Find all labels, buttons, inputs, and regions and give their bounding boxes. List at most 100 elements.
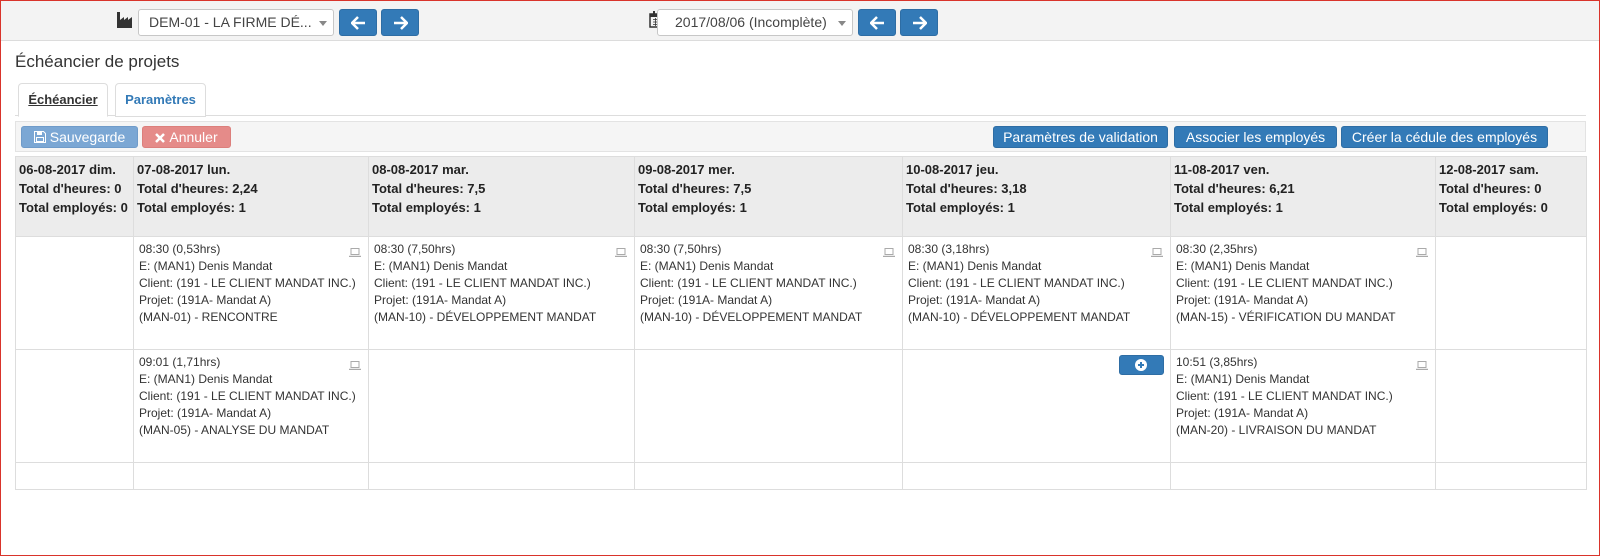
entry-client: Client: (191 - LE CLIENT MANDAT INC.) bbox=[640, 276, 857, 290]
associate-employees-button[interactable]: Associer les employés bbox=[1174, 126, 1337, 148]
entry-task: (MAN-20) - LIVRAISON DU MANDAT bbox=[1176, 423, 1377, 437]
entry-project: Projet: (191A- Mandat A) bbox=[640, 293, 773, 307]
schedule-entry[interactable]: 10:51 (3,85hrs) E: (MAN1) Denis Mandat Cli… bbox=[1176, 354, 1430, 439]
cancel-button[interactable]: Annuler bbox=[142, 126, 231, 148]
day-header: 08-08-2017 mar. Total d'heures: 7,5 Total … bbox=[368, 156, 635, 237]
laptop-icon[interactable] bbox=[349, 245, 361, 262]
toolbar: Sauvegarde Annuler Paramètres de validat… bbox=[15, 121, 1586, 152]
company-select[interactable]: DEM-01 - LA FIRME DÉ... bbox=[138, 9, 334, 36]
schedule-cell[interactable] bbox=[368, 349, 635, 463]
company-select-value: DEM-01 - LA FIRME DÉ... bbox=[149, 14, 312, 30]
schedule-entry[interactable]: 08:30 (7,50hrs) E: (MAN1) Denis Mandat Cli… bbox=[640, 241, 897, 326]
day-employees: Total employés: 1 bbox=[137, 200, 246, 215]
day-employees: Total employés: 1 bbox=[1174, 200, 1283, 215]
cancel-button-label: Annuler bbox=[169, 129, 218, 145]
day-date: 12-08-2017 sam. bbox=[1439, 162, 1539, 177]
day-employees: Total employés: 1 bbox=[906, 200, 1015, 215]
schedule-cell[interactable] bbox=[1170, 462, 1436, 490]
entry-time: 10:51 (3,85hrs) bbox=[1176, 355, 1258, 369]
schedule-entry[interactable]: 08:30 (0,53hrs) E: (MAN1) Denis Mandat Cli… bbox=[139, 241, 363, 326]
entry-project: Projet: (191A- Mandat A) bbox=[1176, 406, 1309, 420]
schedule-entry[interactable]: 08:30 (7,50hrs) E: (MAN1) Denis Mandat Cli… bbox=[374, 241, 629, 326]
day-date: 10-08-2017 jeu. bbox=[906, 162, 999, 177]
tab-parametres[interactable]: Paramètres bbox=[115, 83, 206, 117]
tab-bar: Échéancier Paramètres bbox=[15, 82, 1586, 117]
entry-client: Client: (191 - LE CLIENT MANDAT INC.) bbox=[1176, 276, 1393, 290]
schedule-cell[interactable]: 08:30 (2,35hrs) E: (MAN1) Denis Mandat Cli… bbox=[1170, 236, 1436, 350]
create-employee-schedule-button[interactable]: Créer la cédule des employés bbox=[1341, 126, 1548, 148]
entry-task: (MAN-10) - DÉVELOPPEMENT MANDAT bbox=[908, 310, 1131, 324]
schedule-cell[interactable]: 10:51 (3,85hrs) E: (MAN1) Denis Mandat Cli… bbox=[1170, 349, 1436, 463]
schedule-cell[interactable] bbox=[368, 462, 635, 490]
entry-employee: E: (MAN1) Denis Mandat bbox=[139, 259, 273, 273]
entry-project: Projet: (191A- Mandat A) bbox=[1176, 293, 1309, 307]
schedule-row-empty bbox=[15, 462, 1587, 490]
tab-echeancier[interactable]: Échéancier bbox=[18, 83, 108, 117]
schedule-entry[interactable]: 08:30 (3,18hrs) E: (MAN1) Denis Mandat Cli… bbox=[908, 241, 1165, 326]
entry-project: Projet: (191A- Mandat A) bbox=[374, 293, 507, 307]
schedule-cell[interactable] bbox=[634, 462, 903, 490]
laptop-icon[interactable] bbox=[615, 245, 627, 262]
day-date: 08-08-2017 mar. bbox=[372, 162, 469, 177]
period-prev-button[interactable] bbox=[858, 9, 896, 36]
schedule-cell[interactable]: 09:01 (1,71hrs) E: (MAN1) Denis Mandat Cli… bbox=[133, 349, 369, 463]
schedule-entry[interactable]: 08:30 (2,35hrs) E: (MAN1) Denis Mandat Cli… bbox=[1176, 241, 1430, 326]
day-hours: Total d'heures: 3,18 bbox=[906, 181, 1027, 196]
save-button-label: Sauvegarde bbox=[49, 129, 126, 145]
schedule-cell[interactable] bbox=[902, 462, 1171, 490]
schedule-cell[interactable] bbox=[15, 462, 134, 490]
day-hours: Total d'heures: 7,5 bbox=[638, 181, 752, 196]
day-header: 12-08-2017 sam. Total d'heures: 0 Total em… bbox=[1435, 156, 1587, 237]
schedule-cell[interactable]: 08:30 (0,53hrs) E: (MAN1) Denis Mandat Cli… bbox=[133, 236, 369, 350]
arrow-right-icon bbox=[913, 16, 927, 30]
period-next-button[interactable] bbox=[900, 9, 938, 36]
add-entry-button[interactable] bbox=[1119, 355, 1164, 375]
schedule-cell[interactable] bbox=[634, 349, 903, 463]
floppy-disk-icon bbox=[33, 131, 46, 143]
day-date: 11-08-2017 ven. bbox=[1174, 162, 1270, 177]
laptop-icon[interactable] bbox=[1416, 245, 1428, 262]
laptop-icon[interactable] bbox=[349, 358, 361, 375]
entry-project: Projet: (191A- Mandat A) bbox=[908, 293, 1041, 307]
schedule-entry[interactable]: 09:01 (1,71hrs) E: (MAN1) Denis Mandat Cli… bbox=[139, 354, 363, 439]
company-prev-button[interactable] bbox=[339, 9, 377, 36]
day-employees: Total employés: 0 bbox=[1439, 200, 1548, 215]
validation-settings-button[interactable]: Paramètres de validation bbox=[993, 126, 1168, 148]
schedule-cell[interactable] bbox=[1435, 236, 1587, 350]
schedule-cell[interactable] bbox=[15, 349, 134, 463]
entry-employee: E: (MAN1) Denis Mandat bbox=[908, 259, 1042, 273]
schedule-cell[interactable]: 08:30 (7,50hrs) E: (MAN1) Denis Mandat Cli… bbox=[368, 236, 635, 350]
entry-task: (MAN-10) - DÉVELOPPEMENT MANDAT bbox=[374, 310, 597, 324]
schedule-cell[interactable]: 08:30 (3,18hrs) E: (MAN1) Denis Mandat Cli… bbox=[902, 236, 1171, 350]
chevron-down-icon bbox=[838, 21, 846, 26]
period-select-value: 2017/08/06 (Incomplète) bbox=[675, 14, 827, 30]
entry-employee: E: (MAN1) Denis Mandat bbox=[1176, 259, 1310, 273]
company-next-button[interactable] bbox=[381, 9, 419, 36]
schedule-cell[interactable] bbox=[133, 462, 369, 490]
entry-task: (MAN-15) - VÉRIFICATION DU MANDAT bbox=[1176, 310, 1396, 324]
schedule-row: 09:01 (1,71hrs) E: (MAN1) Denis Mandat Cli… bbox=[15, 349, 1587, 463]
entry-client: Client: (191 - LE CLIENT MANDAT INC.) bbox=[374, 276, 591, 290]
chevron-down-icon bbox=[319, 21, 327, 26]
save-button[interactable]: Sauvegarde bbox=[21, 126, 138, 148]
day-hours: Total d'heures: 6,21 bbox=[1174, 181, 1295, 196]
entry-time: 08:30 (7,50hrs) bbox=[374, 242, 456, 256]
period-select[interactable]: 2017/08/06 (Incomplète) bbox=[657, 9, 853, 36]
schedule-row: 08:30 (0,53hrs) E: (MAN1) Denis Mandat Cli… bbox=[15, 236, 1587, 350]
schedule-cell[interactable] bbox=[902, 349, 1171, 463]
schedule-cell[interactable] bbox=[1435, 349, 1587, 463]
schedule-cell[interactable] bbox=[1435, 462, 1587, 490]
entry-employee: E: (MAN1) Denis Mandat bbox=[374, 259, 508, 273]
laptop-icon[interactable] bbox=[1416, 358, 1428, 375]
day-header: 09-08-2017 mer. Total d'heures: 7,5 Total … bbox=[634, 156, 903, 237]
schedule-cell[interactable]: 08:30 (7,50hrs) E: (MAN1) Denis Mandat Cli… bbox=[634, 236, 903, 350]
top-bar: DEM-01 - LA FIRME DÉ... 2017/08/06 (Inco… bbox=[1, 1, 1599, 41]
day-header: 10-08-2017 jeu. Total d'heures: 3,18 Total… bbox=[902, 156, 1171, 237]
day-hours: Total d'heures: 2,24 bbox=[137, 181, 258, 196]
entry-employee: E: (MAN1) Denis Mandat bbox=[1176, 372, 1310, 386]
entry-project: Projet: (191A- Mandat A) bbox=[139, 406, 272, 420]
laptop-icon[interactable] bbox=[883, 245, 895, 262]
laptop-icon[interactable] bbox=[1151, 245, 1163, 262]
schedule-cell[interactable] bbox=[15, 236, 134, 350]
arrow-left-icon bbox=[351, 16, 365, 30]
